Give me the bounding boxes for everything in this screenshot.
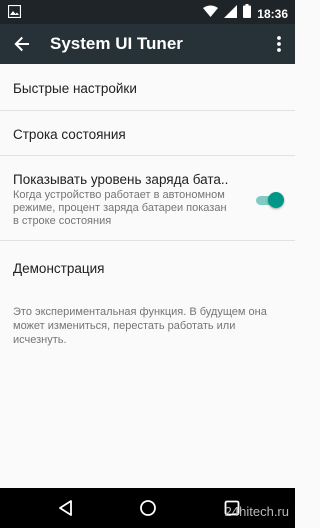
pref-battery-percentage[interactable]: Показывать уровень заряда бата.. Когда у… bbox=[0, 156, 295, 241]
wifi-icon bbox=[203, 5, 219, 23]
app-bar: System UI Tuner bbox=[0, 24, 295, 64]
status-clock: 18:36 bbox=[257, 6, 288, 21]
pref-title: Быстрые настройки bbox=[13, 81, 137, 96]
battery-icon bbox=[243, 4, 252, 23]
status-bar: 18:36 bbox=[0, 0, 295, 24]
back-triangle-icon[interactable] bbox=[56, 498, 76, 518]
pref-title: Строка состояния bbox=[13, 127, 126, 142]
pref-status-bar[interactable]: Строка состояния bbox=[0, 111, 295, 156]
signal-icon bbox=[224, 4, 238, 23]
home-circle-icon[interactable] bbox=[138, 498, 158, 518]
status-icons: 18:36 bbox=[203, 4, 288, 23]
pref-title: Демонстрация bbox=[13, 261, 105, 276]
arrow-back-icon[interactable] bbox=[12, 34, 32, 54]
pref-demo-mode[interactable]: Демонстрация bbox=[0, 241, 295, 295]
pref-quick-settings[interactable]: Быстрые настройки bbox=[0, 64, 295, 111]
pref-title: Показывать уровень заряда бата.. bbox=[13, 172, 229, 187]
more-vert-icon[interactable] bbox=[273, 34, 285, 54]
settings-list: Быстрые настройки Строка состояния Показ… bbox=[0, 64, 295, 488]
battery-percentage-toggle[interactable] bbox=[254, 192, 284, 208]
page-title: System UI Tuner bbox=[50, 34, 183, 53]
image-icon bbox=[7, 4, 22, 23]
watermark-text: 24hitech.ru bbox=[224, 504, 289, 519]
toggle-thumb bbox=[268, 192, 284, 208]
experimental-note: Это экспериментальная функция. В будущем… bbox=[13, 306, 267, 346]
pref-summary: Когда устройство работает в автономном р… bbox=[13, 189, 227, 227]
